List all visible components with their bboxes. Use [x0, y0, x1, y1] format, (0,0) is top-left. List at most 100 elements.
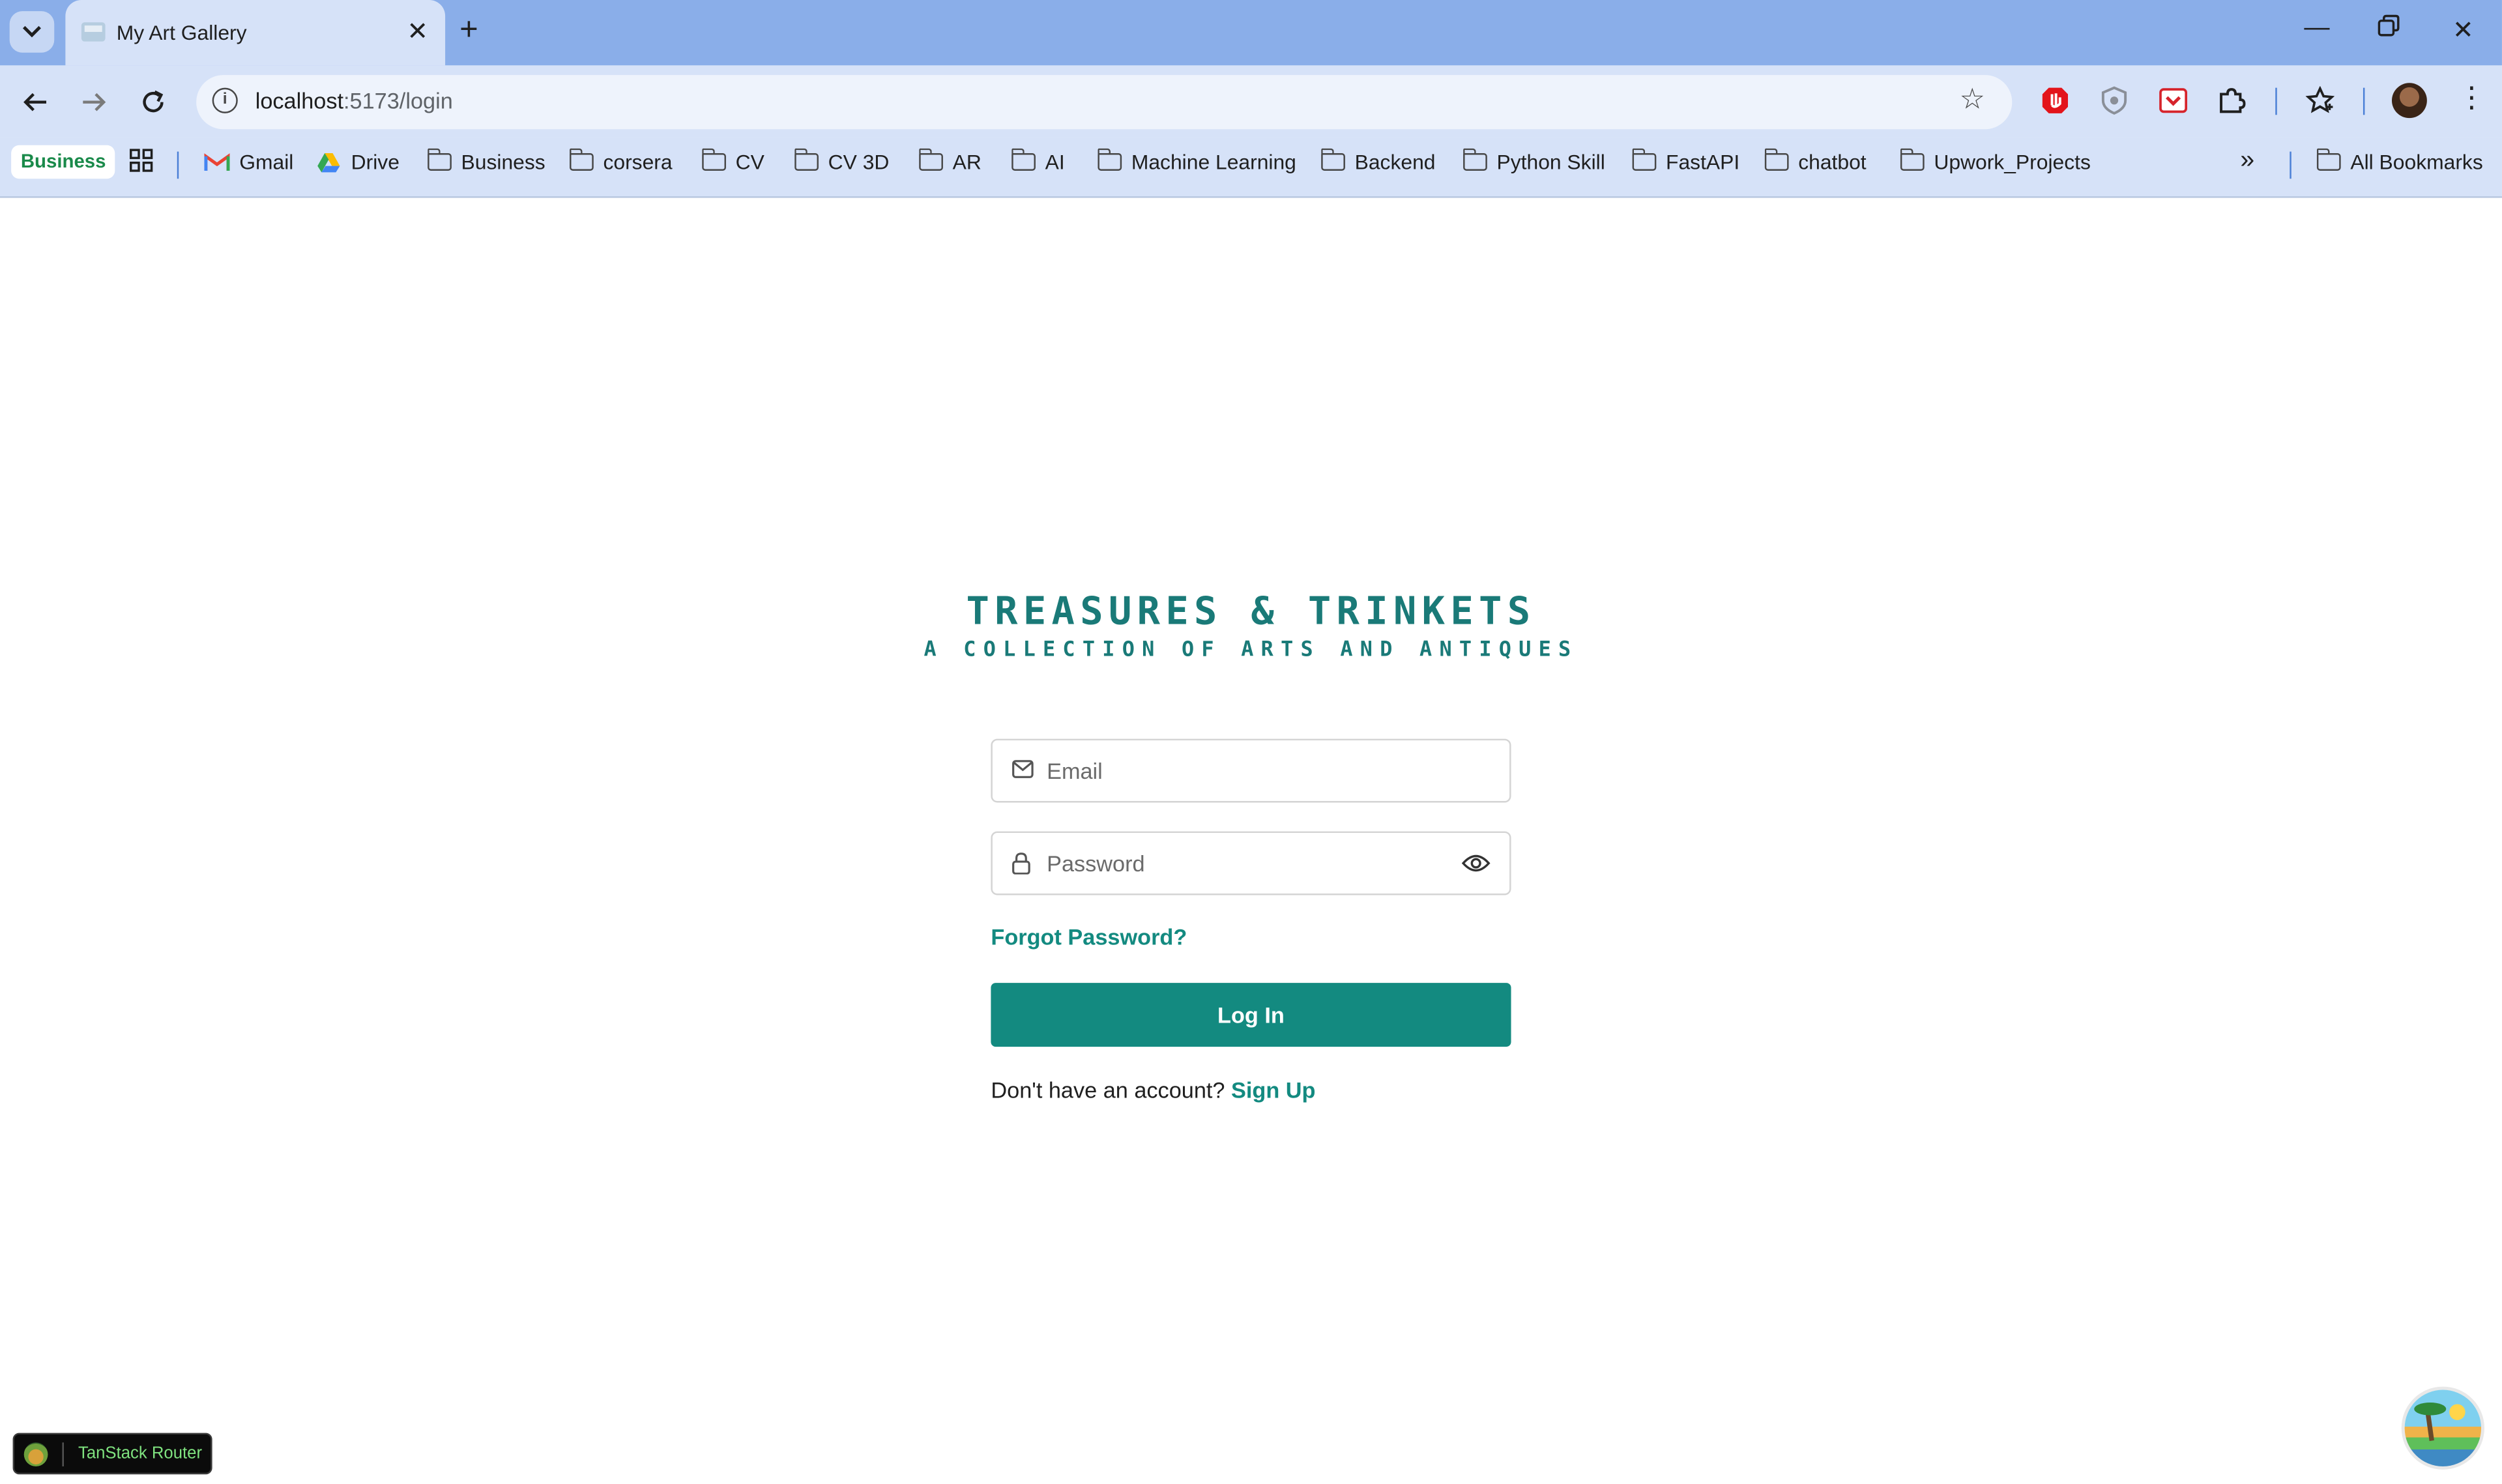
reload-button[interactable]: [134, 83, 173, 121]
bookmark-label: Machine Learning: [1131, 150, 1296, 174]
bookmark-folder[interactable]: chatbot: [1764, 148, 1867, 174]
tanstack-divider: [62, 1442, 64, 1466]
folder-icon: [2316, 148, 2341, 171]
brand-logo: TREASURES & TRINKETS A COLLECTION OF ART…: [0, 587, 2502, 665]
bookmark-drive[interactable]: Drive: [316, 150, 400, 174]
tab-favicon-icon: [81, 22, 106, 42]
folder-icon: [918, 148, 943, 171]
folder-icon: [569, 148, 594, 171]
palm-leaf-shape: [2414, 1403, 2447, 1416]
bookmark-label: Gmail: [239, 150, 294, 174]
new-tab-button[interactable]: +: [459, 13, 478, 50]
ext-adblock-icon[interactable]: [2039, 85, 2071, 117]
url-text[interactable]: localhost:5173/login: [255, 88, 453, 113]
bookmark-label: Business: [461, 150, 545, 174]
chevron-down-icon: [22, 25, 41, 38]
folder-icon: [1899, 148, 1925, 171]
ext-shield-icon[interactable]: [2099, 85, 2131, 117]
no-account-text: Don't have an account?: [991, 1077, 1225, 1103]
bookmarks-divider: [177, 151, 179, 179]
bookmark-star-icon[interactable]: ☆: [1960, 83, 1986, 116]
folder-icon: [1764, 148, 1789, 171]
bookmark-folder[interactable]: Python Skill: [1462, 148, 1605, 174]
folder-icon: [427, 148, 452, 171]
all-bookmarks-folder[interactable]: All Bookmarks: [2316, 148, 2483, 174]
eye-icon[interactable]: [1461, 851, 1491, 876]
bookmark-label: Drive: [351, 150, 400, 174]
folder-icon: [1462, 148, 1487, 171]
tab-title: My Art Gallery: [116, 20, 247, 45]
forgot-password-link[interactable]: Forgot Password?: [991, 924, 1187, 950]
bookmark-folder[interactable]: corsera: [569, 148, 673, 174]
folder-icon: [701, 148, 726, 171]
signup-prompt: Don't have an account? Sign Up: [991, 1077, 1315, 1103]
toolbar-divider: [2363, 87, 2365, 115]
tanstack-label: TanStack Router: [78, 1444, 203, 1464]
drive-icon: [317, 152, 340, 172]
bookmark-gmail[interactable]: Gmail: [204, 150, 293, 174]
login-button[interactable]: Log In: [991, 983, 1511, 1047]
back-button[interactable]: [16, 83, 54, 121]
tab-search-button[interactable]: [9, 11, 55, 53]
folder-icon: [1097, 148, 1122, 171]
bookmarks-bar: Business Gmail Drive Business corsera CV…: [0, 137, 2502, 198]
toolbar-divider: [2275, 87, 2277, 115]
bookmark-folder[interactable]: FastAPI: [1631, 148, 1740, 174]
browser-menu-icon[interactable]: ⋮: [2457, 81, 2486, 115]
bookmarks-divider: [2290, 151, 2291, 179]
lock-icon: [1012, 852, 1030, 875]
sun-shape: [2449, 1404, 2466, 1420]
address-bar[interactable]: i localhost:5173/login ☆: [196, 75, 2013, 130]
tanstack-logo-icon: [23, 1442, 48, 1466]
bookmark-folder[interactable]: CV: [701, 148, 764, 174]
bookmark-label: CV 3D: [828, 150, 890, 174]
folder-icon: [1011, 148, 1036, 171]
site-info-icon[interactable]: i: [212, 87, 238, 113]
email-input[interactable]: [1047, 753, 1446, 789]
bookmark-label: AI: [1045, 150, 1065, 174]
bookmark-label: corsera: [603, 150, 673, 174]
ext-pocket-icon[interactable]: [2157, 85, 2189, 117]
bookmark-label: AR: [952, 150, 982, 174]
gmail-icon: [204, 152, 230, 170]
brand-subtitle: A COLLECTION OF ARTS AND ANTIQUES: [924, 638, 1578, 663]
email-field[interactable]: [991, 738, 1511, 803]
mail-icon: [1012, 760, 1034, 778]
folder-icon: [1631, 148, 1657, 171]
extensions-puzzle-icon[interactable]: [2217, 85, 2248, 117]
profile-avatar[interactable]: [2392, 83, 2427, 119]
folder-icon: [1320, 148, 1345, 171]
bookmark-business-badge[interactable]: Business: [11, 145, 116, 179]
arrow-right-icon: [83, 93, 106, 111]
close-window-button[interactable]: ✕: [2452, 14, 2474, 46]
arrow-left-icon: [23, 93, 47, 111]
bookmark-folder[interactable]: Upwork_Projects: [1899, 148, 2091, 174]
password-field[interactable]: [991, 831, 1511, 895]
tab-close-icon[interactable]: ✕: [407, 16, 428, 48]
query-devtools-island-icon[interactable]: [2404, 1389, 2482, 1466]
bookmark-folder[interactable]: AI: [1011, 148, 1065, 174]
browser-window: My Art Gallery ✕ + — ✕ i localhost:5173/…: [0, 0, 2502, 1484]
sign-up-link[interactable]: Sign Up: [1231, 1077, 1315, 1103]
restore-button[interactable]: [2378, 14, 2400, 45]
tab-active[interactable]: My Art Gallery ✕: [65, 0, 446, 66]
minimize-button[interactable]: —: [2304, 14, 2329, 43]
all-bookmarks-label: All Bookmarks: [2350, 150, 2483, 174]
bookmark-folder[interactable]: Machine Learning: [1097, 148, 1296, 174]
more-bookmarks-chevron-icon[interactable]: »: [2240, 147, 2254, 175]
reading-list-star-icon[interactable]: [2304, 85, 2336, 117]
bookmark-label: Upwork_Projects: [1934, 150, 2091, 174]
reload-icon: [143, 90, 164, 113]
bookmark-label: Python Skill: [1496, 150, 1605, 174]
password-input[interactable]: [1047, 845, 1446, 881]
bookmark-folder[interactable]: CV 3D: [794, 148, 890, 174]
title-bar: My Art Gallery ✕ + — ✕: [0, 0, 2502, 66]
url-path: :5173/login: [343, 87, 453, 113]
tanstack-router-devtools-button[interactable]: TanStack Router: [12, 1433, 212, 1475]
apps-grid-icon[interactable]: [129, 149, 153, 173]
bookmark-folder[interactable]: Backend: [1320, 148, 1435, 174]
forward-button[interactable]: [75, 83, 113, 121]
bookmark-label: FastAPI: [1666, 150, 1740, 174]
bookmark-folder[interactable]: Business: [427, 148, 545, 174]
bookmark-folder[interactable]: AR: [918, 148, 982, 174]
